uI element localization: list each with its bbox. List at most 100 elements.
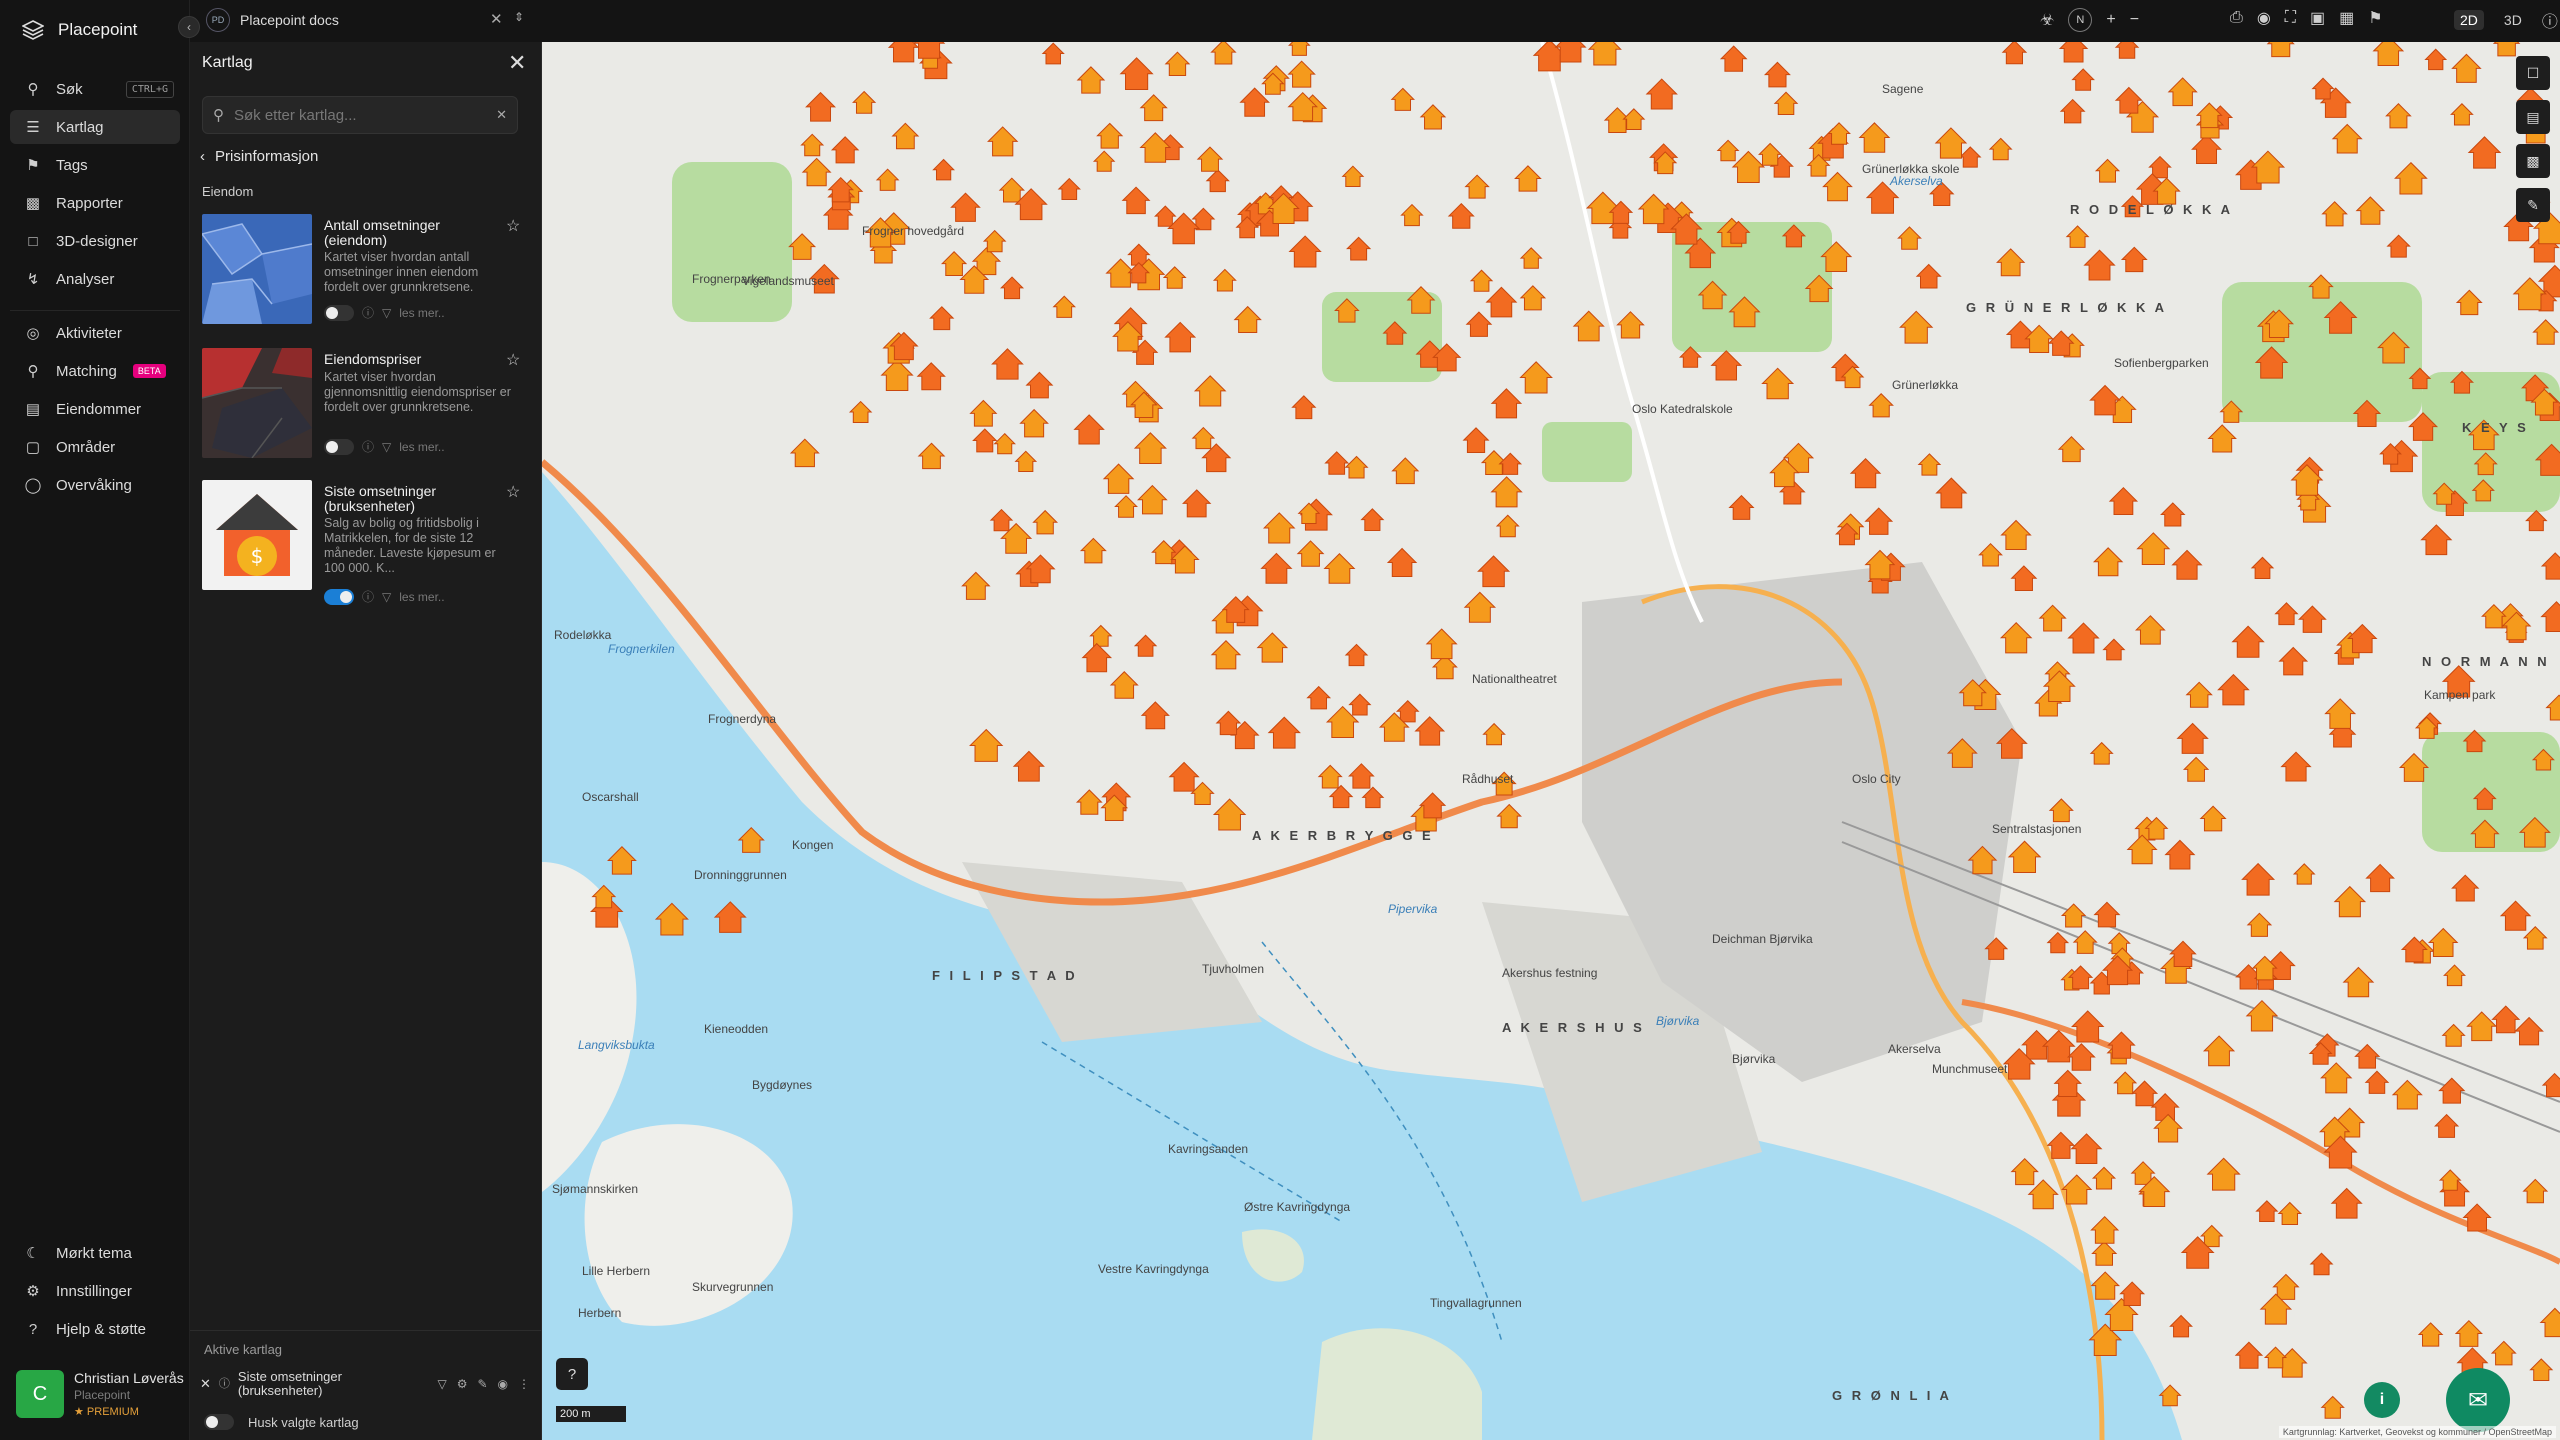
house-marker-icon[interactable] <box>875 168 900 191</box>
house-marker-icon[interactable] <box>1191 426 1216 450</box>
nav-item-settings[interactable]: ⚙ Innstillinger <box>10 1274 180 1308</box>
house-marker-icon[interactable] <box>2438 1077 2466 1104</box>
house-marker-icon[interactable] <box>1827 122 1851 145</box>
house-marker-icon[interactable] <box>1328 784 1354 809</box>
house-marker-icon[interactable] <box>1554 42 1587 63</box>
house-marker-icon[interactable] <box>2071 68 2095 91</box>
house-marker-icon[interactable] <box>2522 1178 2549 1204</box>
chevron-updown-icon[interactable]: ⇕ <box>514 10 524 24</box>
house-marker-icon[interactable] <box>1348 763 1375 789</box>
house-marker-icon[interactable] <box>2525 509 2548 532</box>
house-marker-icon[interactable] <box>801 157 832 187</box>
house-marker-icon[interactable] <box>2347 623 2378 654</box>
house-marker-icon[interactable] <box>2059 98 2086 124</box>
eye-icon[interactable]: ◉ <box>2257 8 2271 28</box>
house-marker-icon[interactable] <box>1233 305 1262 334</box>
house-marker-icon[interactable] <box>1193 375 1227 407</box>
house-marker-icon[interactable] <box>1344 455 1369 479</box>
house-marker-icon[interactable] <box>1587 42 1622 66</box>
map-help-button[interactable]: ? <box>556 1358 588 1390</box>
house-marker-icon[interactable] <box>2354 1043 2381 1069</box>
nav-item-dark-theme[interactable]: ☾ Mørkt tema <box>10 1236 180 1270</box>
house-marker-icon[interactable] <box>2083 249 2116 281</box>
house-marker-icon[interactable] <box>2071 1010 2105 1043</box>
house-marker-icon[interactable] <box>2113 1071 2138 1095</box>
house-marker-icon[interactable] <box>2167 77 2198 107</box>
house-marker-icon[interactable] <box>1490 476 1523 508</box>
house-marker-icon[interactable] <box>800 133 825 157</box>
house-marker-icon[interactable] <box>1447 202 1475 229</box>
house-marker-icon[interactable] <box>1306 685 1332 710</box>
nav-item-eiendommer[interactable]: ▤ Eiendommer <box>10 392 180 426</box>
house-marker-icon[interactable] <box>1917 453 1942 476</box>
house-marker-icon[interactable] <box>2090 1271 2121 1300</box>
remember-layers[interactable]: Husk valgte kartlag <box>204 1414 359 1430</box>
house-marker-icon[interactable] <box>2191 134 2222 164</box>
grid-icon[interactable]: ▦ <box>2339 8 2354 28</box>
house-marker-icon[interactable] <box>2255 1200 2279 1223</box>
house-marker-icon[interactable] <box>2065 225 2090 248</box>
house-marker-icon[interactable] <box>1210 640 1242 670</box>
house-marker-icon[interactable] <box>1014 450 1038 472</box>
house-marker-icon[interactable] <box>2067 965 2094 990</box>
house-marker-icon[interactable] <box>1482 722 1506 746</box>
house-marker-icon[interactable] <box>2250 556 2275 579</box>
house-marker-icon[interactable] <box>912 42 946 59</box>
house-marker-icon[interactable] <box>2057 436 2086 463</box>
layer-search-input[interactable] <box>234 106 487 124</box>
house-marker-icon[interactable] <box>989 508 1014 532</box>
house-marker-icon[interactable] <box>2311 77 2335 100</box>
map-canvas[interactable]: R O D E L Ø K K A G R Ü N E R L Ø K K A … <box>542 42 2560 1440</box>
mode-2d-button[interactable]: 2D <box>2454 10 2484 30</box>
layer-card-siste-omsetninger[interactable]: $ Siste omsetninger (bruksenheter) Salg … <box>202 480 524 630</box>
house-marker-icon[interactable] <box>2364 1070 2390 1094</box>
house-marker-icon[interactable] <box>1239 87 1270 117</box>
house-marker-icon[interactable] <box>1162 266 1187 289</box>
house-marker-icon[interactable] <box>2438 1169 2462 1191</box>
house-marker-icon[interactable] <box>969 728 1004 762</box>
house-marker-icon[interactable] <box>1019 408 1049 438</box>
house-marker-icon[interactable] <box>2420 524 2453 556</box>
house-marker-icon[interactable] <box>1616 311 1645 339</box>
house-marker-icon[interactable] <box>2280 751 2312 782</box>
nav-item-search[interactable]: ⚲ Søk CTRL+G <box>10 72 180 106</box>
house-marker-icon[interactable] <box>2499 900 2532 931</box>
house-marker-icon[interactable] <box>2424 48 2448 71</box>
layer-card-antall-omsetninger[interactable]: Antall omsetninger (eiendom) Kartet vise… <box>202 214 524 330</box>
house-marker-icon[interactable] <box>1323 553 1356 584</box>
layer-toggle[interactable] <box>324 304 354 321</box>
house-marker-icon[interactable] <box>2324 698 2357 729</box>
house-marker-icon[interactable] <box>2394 161 2428 195</box>
house-marker-icon[interactable] <box>2131 1080 2159 1107</box>
house-marker-icon[interactable] <box>2342 966 2375 998</box>
house-marker-icon[interactable] <box>1073 414 1105 445</box>
house-marker-icon[interactable] <box>2441 1023 2466 1047</box>
house-marker-icon[interactable] <box>2529 1358 2554 1382</box>
filter-icon[interactable]: ▽ <box>382 590 391 604</box>
house-marker-icon[interactable] <box>2466 1011 2498 1042</box>
house-marker-icon[interactable] <box>2246 912 2273 937</box>
house-marker-icon[interactable] <box>2067 622 2100 654</box>
house-marker-icon[interactable] <box>2355 196 2386 225</box>
layer-card-eiendomspriser[interactable]: Eiendomspriser Kartet viser hvordan gjen… <box>202 348 524 464</box>
nav-item-matching[interactable]: ⚲ Matching BETA <box>10 354 180 388</box>
house-marker-icon[interactable] <box>1716 139 1740 162</box>
house-marker-icon[interactable] <box>2539 1307 2560 1338</box>
house-marker-icon[interactable] <box>2160 502 2186 527</box>
house-marker-icon[interactable] <box>2451 874 2480 902</box>
house-marker-icon[interactable] <box>940 251 968 277</box>
house-marker-icon[interactable] <box>1168 761 1200 792</box>
house-marker-icon[interactable] <box>2514 1016 2544 1046</box>
house-marker-icon[interactable] <box>2046 931 2070 954</box>
house-marker-icon[interactable] <box>2061 1174 2093 1205</box>
house-marker-icon[interactable] <box>1133 634 1158 657</box>
house-marker-icon[interactable] <box>1296 540 1325 567</box>
house-marker-icon[interactable] <box>1935 477 1968 509</box>
info-icon[interactable]: ⓘ <box>219 1377 230 1391</box>
favorite-star-icon[interactable]: ☆ <box>506 482 520 502</box>
statistics-tool-icon[interactable]: ▩ <box>2516 144 2550 178</box>
house-marker-icon[interactable] <box>2541 1072 2560 1098</box>
read-more-link[interactable]: les mer.. <box>399 306 444 320</box>
house-marker-icon[interactable] <box>2330 1187 2363 1219</box>
house-marker-icon[interactable] <box>1341 165 1365 188</box>
